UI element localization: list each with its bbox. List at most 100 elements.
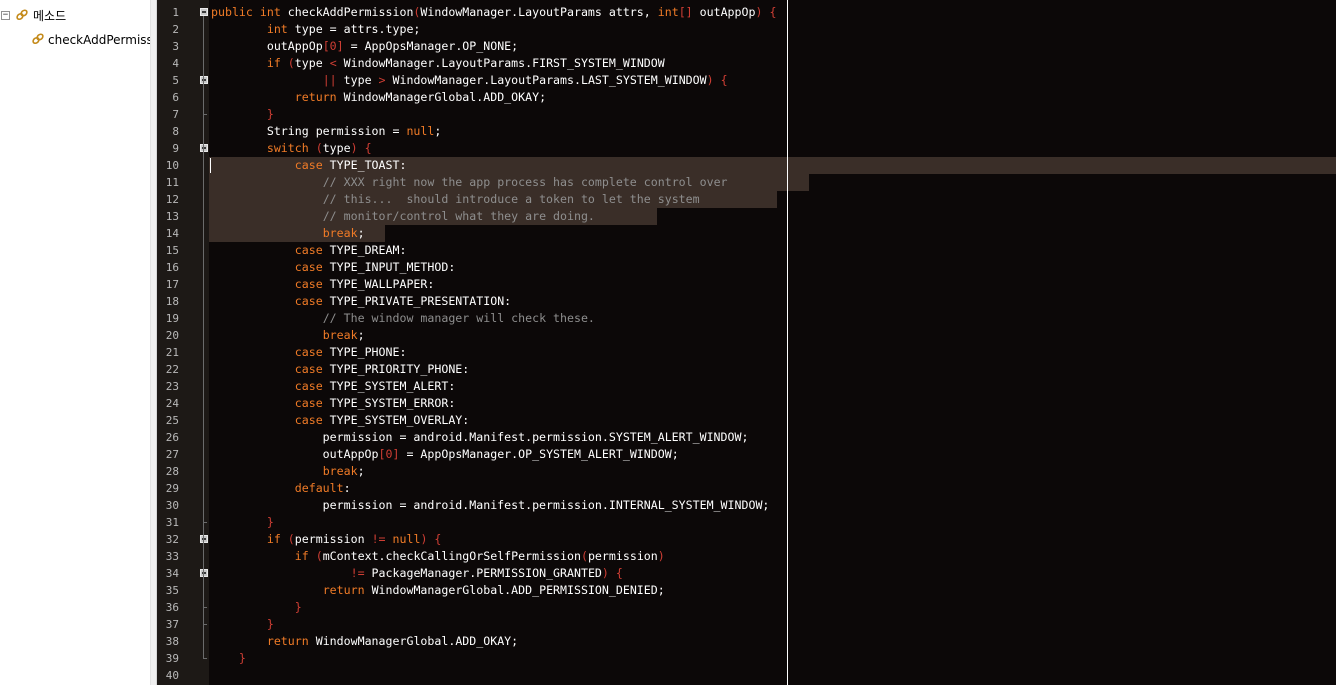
line-number: 37: [165, 618, 179, 631]
code-line: String permission = null;: [211, 124, 442, 138]
code-line: return WindowManagerGlobal.ADD_PERMISSIO…: [322, 583, 665, 597]
line-number: 12: [165, 193, 179, 206]
line-number: 39: [165, 652, 179, 665]
line-number: 1: [172, 6, 179, 19]
code-line: if (type < WindowManager.LayoutParams.FI…: [266, 56, 665, 70]
code-line: break;: [322, 226, 365, 240]
line-number: 36: [165, 601, 179, 614]
code-line: case TYPE_DREAM:: [294, 243, 407, 257]
tree-node-checkaddpermission-label: checkAddPermissic: [48, 33, 150, 47]
line-number: 27: [165, 448, 179, 461]
line-number: 13: [165, 210, 179, 223]
code-line: }: [266, 515, 274, 529]
fold-collapse-icon[interactable]: [200, 144, 208, 152]
line-number: 14: [165, 227, 179, 240]
code-text-area[interactable]: public int checkAddPermission(WindowMana…: [209, 0, 1336, 685]
code-line: // XXX right now the app process has com…: [322, 175, 728, 189]
code-line: }: [238, 651, 246, 665]
line-number: 31: [165, 516, 179, 529]
code-line: case TYPE_SYSTEM_OVERLAY:: [294, 413, 470, 427]
method-link-icon: [16, 9, 28, 21]
fold-collapse-icon[interactable]: [200, 569, 208, 577]
method-link-icon: [32, 33, 44, 45]
fold-guide-line: [203, 152, 204, 522]
code-line: permission = android.Manifest.permission…: [211, 430, 749, 444]
code-line: outAppOp[0] = AppOpsManager.OP_NONE;: [211, 39, 519, 53]
line-number: 25: [165, 414, 179, 427]
fold-collapse-icon[interactable]: [200, 8, 208, 16]
line-number: 33: [165, 550, 179, 563]
fold-guide-line: [203, 577, 204, 607]
code-line: if (mContext.checkCallingOrSelfPermissio…: [294, 549, 665, 563]
fold-end-mark: [203, 522, 207, 523]
tree-node-methods-label: 메소드: [33, 9, 67, 23]
line-number: 6: [172, 91, 179, 104]
code-line: return WindowManagerGlobal.ADD_OKAY;: [294, 90, 547, 104]
collapse-toggle-icon[interactable]: −: [1, 11, 10, 20]
line-number: 18: [165, 295, 179, 308]
fold-guide-line: [203, 84, 204, 114]
line-number: 9: [172, 142, 179, 155]
fold-end-mark: [203, 658, 207, 659]
line-number: 7: [172, 108, 179, 121]
fold-margin: [199, 0, 209, 685]
fold-end-mark: [203, 607, 207, 608]
code-line: }: [266, 617, 274, 631]
code-line: case TYPE_SYSTEM_ERROR:: [294, 396, 456, 410]
tree-node-methods[interactable]: − 메소드: [0, 7, 150, 25]
code-line: int type = attrs.type;: [266, 22, 421, 36]
line-number: 34: [165, 567, 179, 580]
line-number: 30: [165, 499, 179, 512]
line-number: 40: [165, 669, 179, 682]
code-line: != PackageManager.PERMISSION_GRANTED) {: [350, 566, 623, 580]
line-number: 17: [165, 278, 179, 291]
code-line: // this... should introduce a token to l…: [322, 192, 700, 206]
line-number: 26: [165, 431, 179, 444]
panel-splitter[interactable]: [150, 0, 157, 685]
fold-collapse-icon[interactable]: [200, 535, 208, 543]
code-line: }: [294, 600, 302, 614]
line-number: 35: [165, 584, 179, 597]
code-line: case TYPE_WALLPAPER:: [294, 277, 435, 291]
code-line: break;: [322, 464, 365, 478]
line-number: 4: [172, 57, 179, 70]
line-number: 3: [172, 40, 179, 53]
line-number: 22: [165, 363, 179, 376]
code-line: default:: [294, 481, 351, 495]
line-number: 20: [165, 329, 179, 342]
code-line: switch (type) {: [266, 141, 372, 155]
code-line: case TYPE_INPUT_METHOD:: [294, 260, 456, 274]
code-line: case TYPE_PRIVATE_PRESENTATION:: [294, 294, 512, 308]
line-number: 2: [172, 23, 179, 36]
fold-collapse-icon[interactable]: [200, 76, 208, 84]
code-editor[interactable]: 1 2 3 4 5 6 7 8 9 10 11 12 13 14 15 16 17 18 19 20 21 22 23 24 2…: [157, 0, 1336, 685]
line-number: 23: [165, 380, 179, 393]
line-number: 5: [172, 74, 179, 87]
code-line: || type > WindowManager.LayoutParams.LAS…: [322, 73, 728, 87]
code-line: return WindowManagerGlobal.ADD_OKAY;: [266, 634, 519, 648]
line-number: 21: [165, 346, 179, 359]
code-line: case TYPE_SYSTEM_ALERT:: [294, 379, 456, 393]
tree-node-checkaddpermission[interactable]: checkAddPermissic: [0, 31, 150, 49]
code-line: case TYPE_PHONE:: [294, 345, 407, 359]
line-number: 24: [165, 397, 179, 410]
code-line: if (permission != null) {: [266, 532, 442, 546]
edge-column-guide: [787, 0, 788, 685]
code-line: outAppOp[0] = AppOpsManager.OP_SYSTEM_AL…: [211, 447, 679, 461]
line-number: 15: [165, 244, 179, 257]
line-number: 32: [165, 533, 179, 546]
code-line: case TYPE_PRIORITY_PHONE:: [294, 362, 470, 376]
line-number: 11: [165, 176, 179, 189]
line-number: 38: [165, 635, 179, 648]
method-tree-panel: − 메소드 checkAddPermissic: [0, 0, 150, 685]
code-line: public int checkAddPermission(WindowMana…: [211, 5, 777, 19]
line-number: 10: [165, 159, 179, 172]
line-number: 16: [165, 261, 179, 274]
code-line: }: [266, 107, 274, 121]
line-number: 29: [165, 482, 179, 495]
line-number-gutter: 1 2 3 4 5 6 7 8 9 10 11 12 13 14 15 16 17 18 19 20 21 22 23 24 2…: [157, 0, 199, 685]
code-line: permission = android.Manifest.permission…: [211, 498, 770, 512]
code-line: break;: [322, 328, 365, 342]
fold-end-mark: [203, 114, 207, 115]
code-line: // The window manager will check these.: [322, 311, 595, 325]
